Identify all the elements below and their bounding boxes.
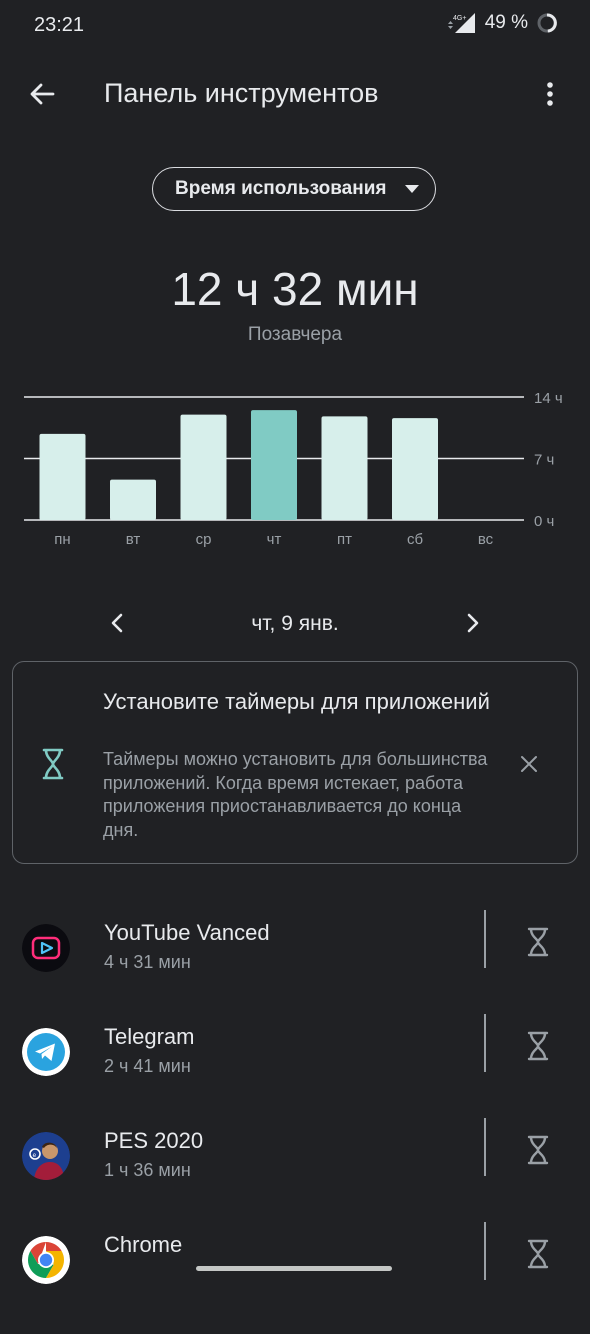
divider xyxy=(484,1222,486,1280)
svg-text:e: e xyxy=(33,1152,37,1159)
dismiss-card-button[interactable] xyxy=(513,748,545,780)
chart-bar-пт[interactable] xyxy=(321,416,368,520)
chart-bar-сб[interactable] xyxy=(392,418,438,520)
chevron-right-icon xyxy=(467,613,479,633)
y-tick-label: 7 ч xyxy=(534,452,554,469)
signal-icon: 4G+ xyxy=(447,13,475,33)
set-timer-button[interactable] xyxy=(520,1234,556,1274)
app-name: Telegram xyxy=(104,1024,195,1049)
divider xyxy=(484,1014,486,1072)
set-timer-button[interactable] xyxy=(520,922,556,962)
network-type-label: 4G+ xyxy=(453,15,466,22)
hourglass-icon xyxy=(527,1239,549,1269)
usage-bar-chart: 14 ч 7 ч 0 ч пн вт ср чт пт сб вс xyxy=(24,390,563,548)
page-title: Панель инструментов xyxy=(104,78,379,108)
set-timer-button[interactable] xyxy=(520,1026,556,1066)
telegram-icon xyxy=(22,1028,70,1076)
next-day-button[interactable] xyxy=(456,606,490,640)
total-usage-time: 12 ч 32 мин xyxy=(171,263,419,315)
chrome-icon xyxy=(22,1236,70,1284)
app-row-chrome[interactable]: Chrome xyxy=(0,1222,590,1334)
app-timer-suggestion-card: Установите таймеры для приложений Таймер… xyxy=(12,661,578,864)
card-title: Установите таймеры для приложений xyxy=(103,689,490,714)
battery-ring-icon xyxy=(537,13,557,33)
usage-type-dropdown[interactable]: Время использования xyxy=(152,167,436,211)
pes-2020-icon: e xyxy=(22,1132,70,1180)
arrow-left-icon xyxy=(30,83,55,105)
battery-percent: 49 % xyxy=(484,12,528,33)
more-vertical-icon xyxy=(547,82,553,106)
app-usage-time: 1 ч 36 мин xyxy=(104,1160,191,1180)
dropdown-label: Время использования xyxy=(175,178,387,199)
hourglass-icon xyxy=(527,1031,549,1061)
chart-bar-ср[interactable] xyxy=(180,414,227,520)
app-bar: Панель инструментов xyxy=(0,60,590,130)
app-row-youtube-vanced[interactable]: YouTube Vanced 4 ч 31 мин xyxy=(0,910,590,1022)
hourglass-icon xyxy=(41,748,65,785)
card-description: Таймеры можно установить для большинства… xyxy=(103,749,488,840)
selected-date: чт, 9 янв. xyxy=(251,612,339,635)
x-tick-label: вт xyxy=(126,531,141,548)
app-usage-time: 4 ч 31 мин xyxy=(104,952,191,972)
status-bar: 23:21 4G+ 49 % xyxy=(0,0,590,52)
x-tick-label: ср xyxy=(196,531,212,548)
app-name: YouTube Vanced xyxy=(104,920,270,945)
chart-bar-пн[interactable] xyxy=(39,433,86,520)
y-tick-label: 0 ч xyxy=(534,513,554,530)
status-icons: 4G+ 49 % xyxy=(447,12,558,34)
hourglass-icon xyxy=(527,927,549,957)
divider xyxy=(484,1118,486,1176)
date-navigator: чт, 9 янв. xyxy=(0,600,590,646)
x-tick-label: сб xyxy=(407,531,423,548)
back-button[interactable] xyxy=(22,74,62,114)
hourglass-icon xyxy=(527,1135,549,1165)
chart-bar-вт[interactable] xyxy=(110,479,156,520)
app-row-pes-2020[interactable]: e PES 2020 1 ч 36 мин xyxy=(0,1118,590,1230)
caret-down-icon xyxy=(405,185,419,193)
status-time: 23:21 xyxy=(34,14,85,36)
app-row-telegram[interactable]: Telegram 2 ч 41 мин xyxy=(0,1014,590,1126)
divider xyxy=(484,910,486,968)
gesture-navigation-bar[interactable] xyxy=(196,1266,392,1271)
chart-bar-чт[interactable] xyxy=(251,410,297,520)
app-name: Chrome xyxy=(104,1232,183,1257)
total-usage-subtitle: Позавчера xyxy=(247,324,343,345)
y-tick-label: 14 ч xyxy=(534,390,563,407)
close-icon xyxy=(521,756,537,772)
x-tick-label: пн xyxy=(54,531,70,548)
x-tick-label: вс xyxy=(478,531,494,548)
x-tick-label: чт xyxy=(267,531,282,548)
more-options-button[interactable] xyxy=(528,74,572,114)
youtube-vanced-icon xyxy=(22,924,70,972)
app-name: PES 2020 xyxy=(104,1128,204,1153)
set-timer-button[interactable] xyxy=(520,1130,556,1170)
app-usage-time: 2 ч 41 мин xyxy=(104,1056,191,1076)
x-tick-label: пт xyxy=(337,531,352,548)
